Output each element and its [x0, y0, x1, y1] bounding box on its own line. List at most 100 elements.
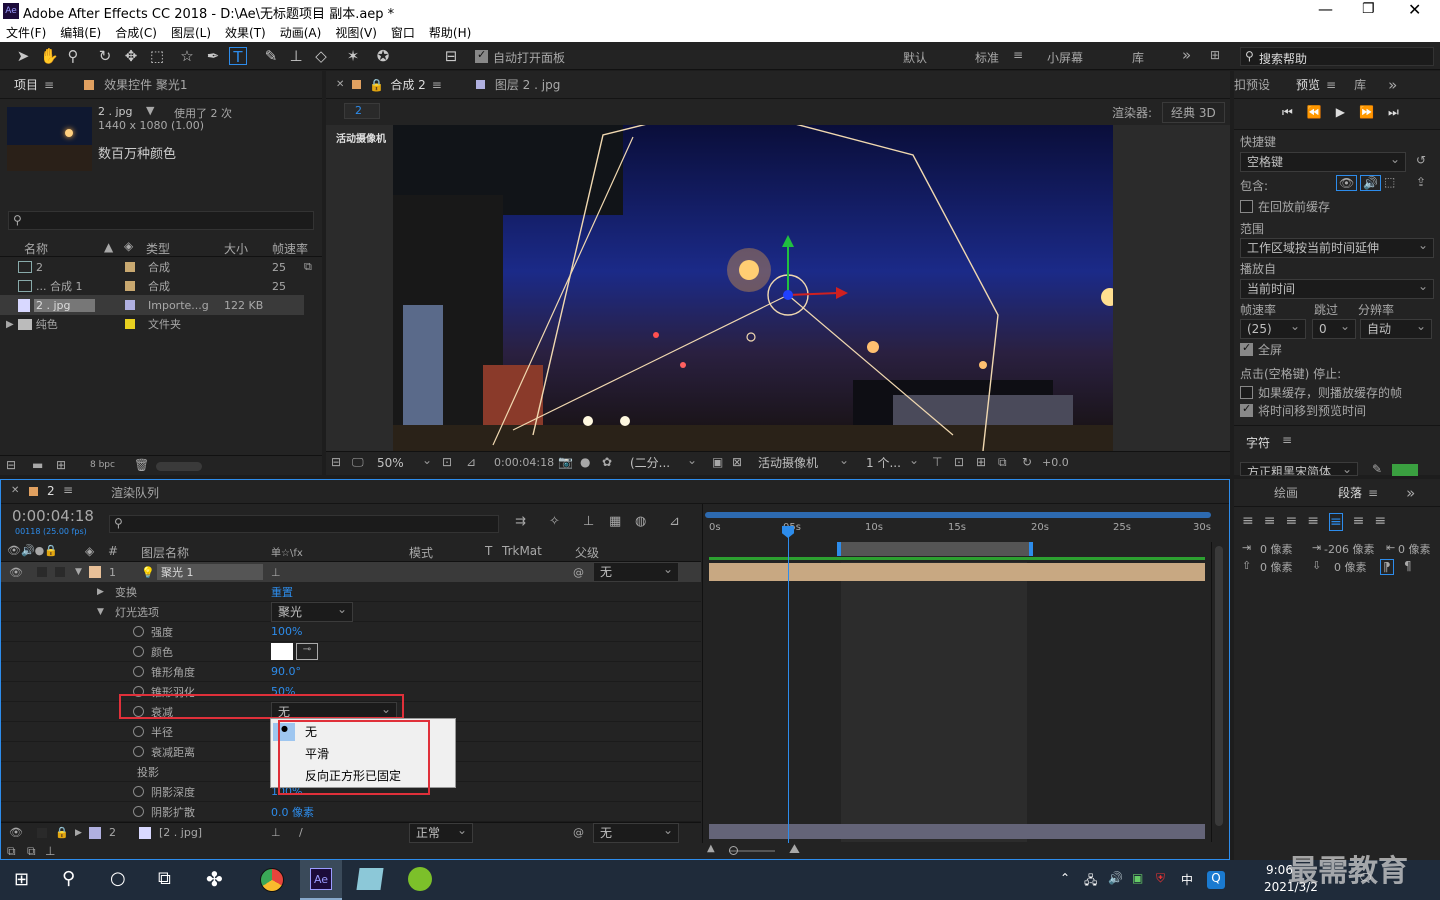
timeline-icon[interactable]: ⊞: [976, 455, 986, 469]
interpret-footage-icon[interactable]: ⊟: [6, 458, 16, 472]
melon-app-icon[interactable]: [408, 867, 432, 891]
comp-breadcrumb[interactable]: 2: [344, 103, 380, 119]
transparency-grid-icon[interactable]: ⊠: [732, 455, 742, 469]
workspace-standard[interactable]: 标准: [975, 49, 999, 66]
col-size[interactable]: 大小: [224, 240, 248, 257]
stopwatch-icon[interactable]: [133, 786, 144, 797]
include-audio-icon[interactable]: 🔊: [1360, 175, 1381, 191]
timeline-current-time[interactable]: 0:00:04:18: [12, 507, 94, 525]
frame-blending-icon[interactable]: ▦: [609, 514, 621, 529]
cortana-icon[interactable]: ○: [110, 868, 126, 889]
include-video-icon[interactable]: 👁: [1336, 175, 1358, 191]
zoom-slider-thumb[interactable]: [729, 846, 738, 855]
panel-menu-icon[interactable]: ≡: [432, 78, 442, 92]
stopwatch-icon[interactable]: [133, 806, 144, 817]
timeline-search-input[interactable]: ⚲: [109, 515, 499, 533]
rgb-icon[interactable]: ✿: [602, 455, 612, 469]
project-row[interactable]: 2 . jpg Importe...g 122 KB: [0, 295, 304, 315]
renderer-button[interactable]: 经典 3D: [1162, 102, 1225, 123]
light-type-dropdown[interactable]: 聚光: [271, 600, 353, 622]
next-frame-icon[interactable]: ⏩: [1359, 105, 1374, 121]
skip-dropdown[interactable]: 0: [1312, 317, 1356, 339]
viewer-area[interactable]: 活动摄像机: [326, 125, 1230, 451]
tab-project[interactable]: 项目: [14, 76, 38, 93]
justify-last-right-icon[interactable]: ≡: [1353, 513, 1365, 531]
volume-icon[interactable]: 🔊: [1108, 871, 1123, 885]
camera-tool-icon[interactable]: ✥: [122, 47, 140, 65]
property-row[interactable]: 锥形角度 90.0°: [1, 662, 701, 682]
fast-previews-icon[interactable]: ⊡: [954, 455, 964, 469]
rotate-tool-icon[interactable]: ↻: [96, 47, 114, 65]
if-cached-checkbox[interactable]: [1240, 386, 1253, 399]
search-icon[interactable]: ⚲: [62, 868, 75, 889]
toggle-pixel-aspect-icon[interactable]: ⊤: [932, 455, 942, 469]
fill-color-swatch[interactable]: [1392, 464, 1418, 476]
shy-layers-icon[interactable]: ⊥: [583, 514, 594, 529]
shy-switch-icon[interactable]: ⊥: [271, 566, 281, 579]
hand-tool-icon[interactable]: ✋: [40, 47, 59, 65]
playhead-handle[interactable]: [782, 526, 794, 538]
time-navigator[interactable]: [705, 512, 1211, 518]
panel-menu-icon[interactable]: ≡: [44, 78, 54, 92]
time-graph[interactable]: 0s 05s 10s 15s 20s 25s 30s: [702, 504, 1229, 843]
eraser-tool-icon[interactable]: ◇: [312, 47, 330, 65]
pick-whip-icon[interactable]: @: [573, 566, 584, 579]
layer-row-spotlight[interactable]: 👁 ▼ 1 💡 聚光 1 ⊥ @ 无: [1, 560, 701, 582]
tab-effect-controls[interactable]: 效果控件 聚光1: [104, 76, 187, 93]
search-help-input[interactable]: ⚲ 搜索帮助: [1240, 47, 1434, 66]
new-folder-icon[interactable]: ▬: [32, 458, 43, 472]
auto-open-checkbox[interactable]: [475, 48, 488, 63]
view-layout-dropdown[interactable]: 1 个...: [860, 451, 924, 474]
toggle-switches-icon[interactable]: ⧉: [7, 844, 16, 859]
panel-menu-icon[interactable]: ≡: [1282, 433, 1292, 447]
network-icon[interactable]: 🖧: [1084, 871, 1097, 892]
stopwatch-icon[interactable]: [133, 726, 144, 737]
layer-name[interactable]: [2 . jpg]: [159, 826, 202, 839]
space-after-value[interactable]: 0 像素: [1334, 559, 1367, 575]
monitor-icon[interactable]: 🖵: [352, 455, 364, 470]
draft-3d-icon[interactable]: ✧: [549, 514, 560, 529]
col-type[interactable]: 类型: [146, 240, 170, 257]
shortcut-dropdown[interactable]: 空格键: [1240, 150, 1406, 172]
col-parent[interactable]: 父级: [575, 544, 599, 561]
type-tool-icon[interactable]: T: [229, 47, 247, 66]
more-workspaces-icon[interactable]: »: [1182, 46, 1191, 64]
color-swatch[interactable]: [271, 643, 293, 660]
menu-file[interactable]: 文件(F): [6, 24, 46, 41]
property-value[interactable]: 0.0 像素: [271, 804, 314, 820]
tab-paragraph[interactable]: 段落: [1338, 484, 1362, 501]
project-search-input[interactable]: ⚲: [8, 211, 314, 230]
sort-ascending-icon[interactable]: ▲: [104, 240, 113, 254]
first-frame-icon[interactable]: ⏮: [1282, 105, 1293, 121]
title-safe-icon[interactable]: ⊿: [466, 455, 476, 469]
sync-icon[interactable]: ⊞: [1210, 48, 1220, 62]
reset-icon[interactable]: ↺: [1416, 153, 1426, 167]
play-icon[interactable]: ▶: [1336, 105, 1345, 121]
stopwatch-icon[interactable]: [133, 666, 144, 677]
nvidia-icon[interactable]: ▣: [1132, 871, 1143, 885]
project-row[interactable]: ... 合成 1 合成 25: [0, 276, 322, 296]
toggle-timing-icon[interactable]: ⊥: [45, 844, 55, 858]
col-layer-name[interactable]: 图层名称: [141, 544, 189, 561]
channel-icon[interactable]: ●: [580, 455, 590, 469]
col-fps[interactable]: 帧速率: [272, 240, 308, 257]
thumbnail-slider[interactable]: [156, 462, 202, 471]
pan-behind-tool-icon[interactable]: ⬚: [148, 47, 166, 65]
panel-menu-icon[interactable]: ≡: [1326, 78, 1336, 92]
region-of-interest-icon[interactable]: ▣: [712, 455, 723, 469]
zoom-out-icon[interactable]: ▲: [707, 843, 715, 854]
menu-window[interactable]: 窗口: [391, 24, 415, 41]
close-button[interactable]: ✕: [1408, 0, 1421, 19]
cache-before-checkbox[interactable]: [1240, 200, 1253, 213]
property-row-light-options[interactable]: ▼ 灯光选项 聚光: [1, 600, 701, 622]
tab-composition[interactable]: 合成 2: [390, 76, 425, 93]
trash-icon[interactable]: 🗑: [134, 458, 149, 472]
layer-name[interactable]: 聚光 1: [157, 564, 263, 580]
puppet-pin-tool-icon[interactable]: ✪: [374, 47, 392, 65]
export-icon[interactable]: ⇪: [1416, 175, 1426, 189]
zoom-in-icon[interactable]: ⛰: [789, 842, 800, 857]
label-swatch[interactable]: [89, 826, 101, 839]
roto-brush-tool-icon[interactable]: ✶: [344, 47, 362, 65]
pick-whip-icon[interactable]: @: [573, 826, 584, 839]
close-tab-icon[interactable]: ✕: [336, 79, 344, 90]
